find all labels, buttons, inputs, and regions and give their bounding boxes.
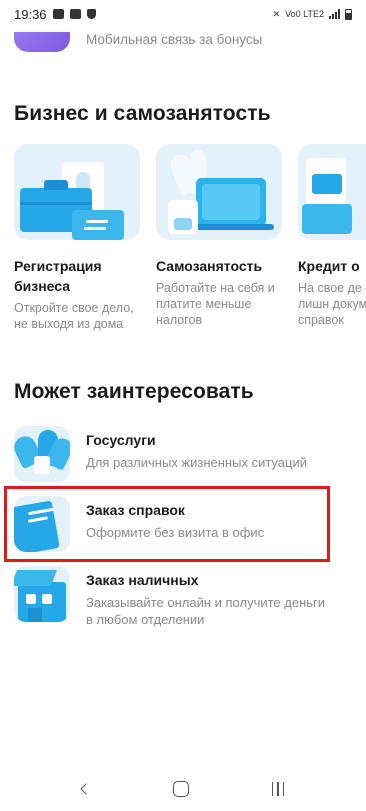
signal-icon xyxy=(329,9,340,19)
card-title: Самозанятость xyxy=(156,258,263,274)
mobile-bonus-item[interactable]: Мобильная связь за бонусы xyxy=(14,20,354,58)
selection-highlight xyxy=(4,486,330,562)
card-self-employment[interactable]: Самозанятость Работайте на себя и платит… xyxy=(156,144,282,328)
card-desc: На свое де – без лишн документо справок xyxy=(298,281,366,327)
card-desc: Работайте на себя и платите меньше налог… xyxy=(156,281,275,327)
credit-image xyxy=(298,144,366,240)
home-icon[interactable] xyxy=(172,781,189,797)
list-item-title: Заказ наличных xyxy=(86,572,199,588)
business-section-title: Бизнес и самозанятость xyxy=(14,102,271,125)
shield-icon xyxy=(86,9,96,19)
gallery-icon xyxy=(52,9,64,19)
system-navigation-bar xyxy=(0,767,366,811)
card-business-registration[interactable]: Регистрация бизнеса Откройте свое дело, … xyxy=(14,144,140,332)
briefcase-image xyxy=(14,144,140,240)
card-title: Кредит о xyxy=(298,258,360,274)
card-desc: Откройте свое дело, не выходя из дома xyxy=(14,301,134,331)
bank-building-icon xyxy=(14,566,70,622)
mobile-bonus-image xyxy=(14,20,70,52)
network-label: Vo0 LTE2 xyxy=(285,9,324,19)
recent-apps-icon[interactable] xyxy=(271,782,285,796)
mobile-bonus-subtitle: Мобильная связь за бонусы xyxy=(86,32,263,47)
notification-icon xyxy=(69,9,81,19)
list-item-cash-order[interactable]: Заказ наличных Заказывайте онлайн и полу… xyxy=(14,566,332,627)
back-icon[interactable] xyxy=(79,783,92,795)
mute-icon: ✕ xyxy=(272,8,281,19)
list-item-gosuslugi[interactable]: Госуслуги Для различных жизненных ситуац… xyxy=(14,426,332,486)
list-item-desc: Для различных жизненных ситуаций xyxy=(86,455,307,470)
battery-icon xyxy=(345,8,352,20)
gosuslugi-icon xyxy=(14,426,70,482)
list-item-title: Госуслуги xyxy=(86,432,156,448)
laptop-image xyxy=(156,144,282,240)
business-cards-carousel[interactable]: Регистрация бизнеса Откройте свое дело, … xyxy=(14,144,366,354)
card-title: Регистрация бизнеса xyxy=(14,258,102,294)
interesting-section-title: Может заинтересовать xyxy=(14,380,254,403)
list-item-desc: Заказывайте онлайн и получите деньги в л… xyxy=(86,595,326,627)
card-credit[interactable]: Кредит о На свое де – без лишн документо… xyxy=(298,144,366,328)
